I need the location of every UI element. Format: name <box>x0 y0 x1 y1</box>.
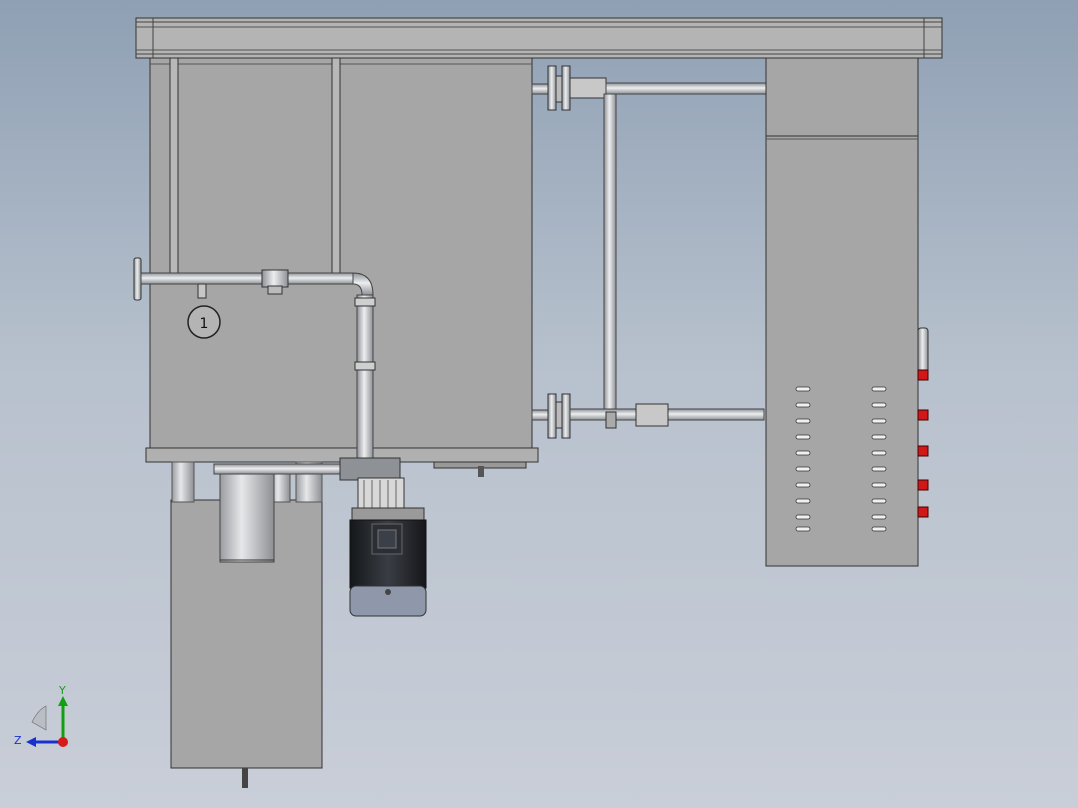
indicator-lights[interactable] <box>917 369 929 518</box>
filter-housing[interactable] <box>170 461 365 788</box>
upper-transfer-pipe[interactable] <box>531 65 767 413</box>
cad-viewport[interactable]: 1 Y Z <box>0 0 1078 808</box>
z-axis-arrow <box>26 737 36 747</box>
indicator-light-2[interactable] <box>917 409 929 421</box>
indicator-light-5[interactable] <box>917 506 929 518</box>
orientation-triad: Y Z <box>14 684 68 747</box>
main-tank[interactable] <box>145 57 539 477</box>
y-axis-label: Y <box>58 684 66 697</box>
lower-transfer-pipe[interactable] <box>531 393 765 439</box>
indicator-light-4[interactable] <box>917 479 929 491</box>
indicator-light-3[interactable] <box>917 445 929 457</box>
top-i-beam[interactable] <box>135 17 943 59</box>
x-axis-dot <box>58 737 68 747</box>
gauge-reading-label: 1 <box>200 316 209 332</box>
pressure-gauge[interactable]: 1 <box>187 305 221 339</box>
indicator-light-1[interactable] <box>917 369 929 381</box>
y-axis-arrow <box>58 696 68 706</box>
control-cabinet[interactable] <box>765 57 929 567</box>
cad-model-view[interactable]: 1 <box>0 0 1078 808</box>
pump-motor[interactable] <box>339 457 427 617</box>
z-axis-label: Z <box>14 734 22 747</box>
